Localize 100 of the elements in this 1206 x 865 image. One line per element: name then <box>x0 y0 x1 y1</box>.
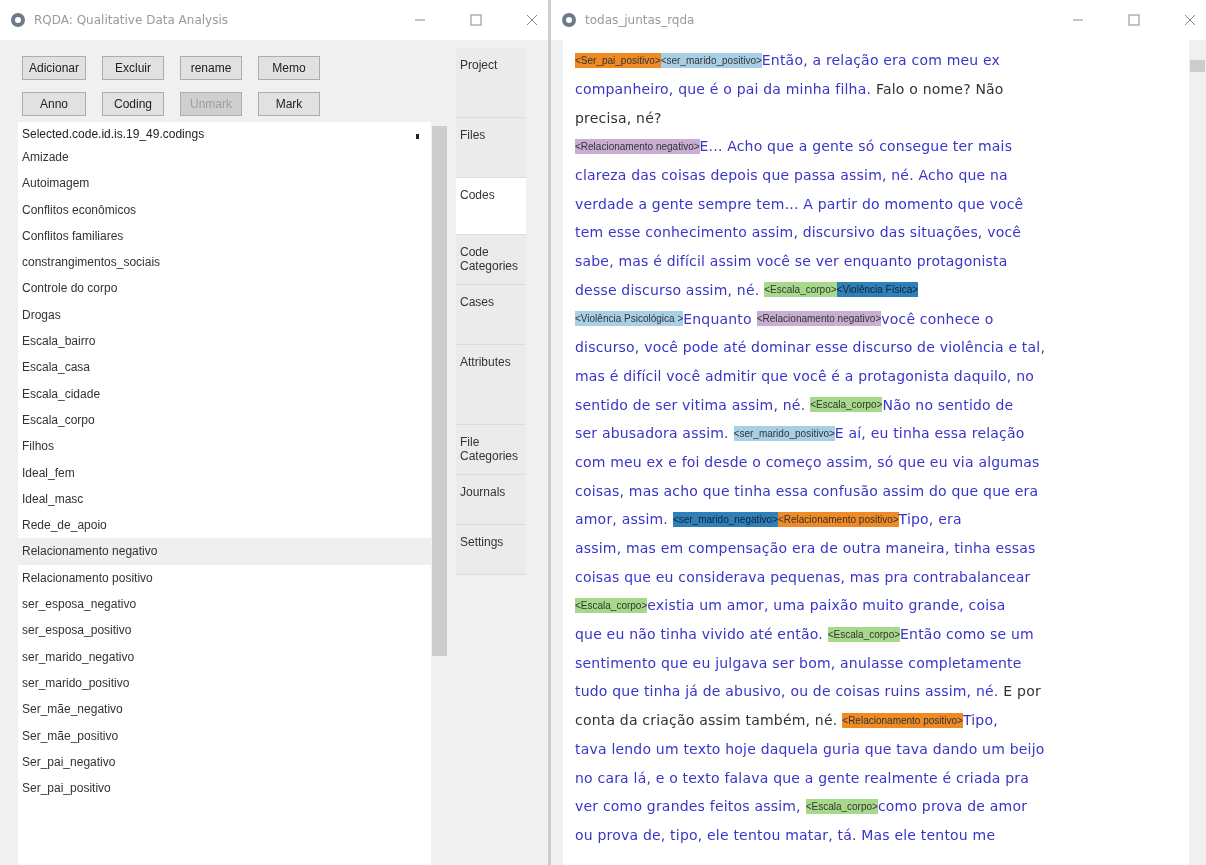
transcript-text: que eu não tinha vivido até então. <box>575 626 823 643</box>
tab[interactable]: Attributes <box>456 345 526 425</box>
toolbar-button[interactable]: Anno <box>22 92 87 116</box>
toolbar-button[interactable]: Mark <box>258 92 321 116</box>
code-list-item[interactable]: Controle do corpo <box>18 275 431 302</box>
transcript-text: E por <box>1003 683 1041 700</box>
code-tag: <Escala_corpo> <box>810 397 883 413</box>
code-tag: <Relacionamento negativo> <box>756 311 882 327</box>
code-list-item[interactable]: Ser_pai_negativo <box>18 748 431 776</box>
transcript-text: Enquanto <box>683 310 752 327</box>
code-list-item[interactable]: Ser_pai_positivo <box>18 775 431 802</box>
tab[interactable]: Code Categories <box>456 235 526 285</box>
transcript-text: coisas, mas acho que tinha essa confusão assim do que que era <box>575 482 1039 499</box>
code-tag: <Violência Física> <box>836 282 919 298</box>
toolbar-button[interactable]: rename <box>180 56 243 80</box>
transcript-text: E aí, eu tinha essa relação <box>834 425 1025 442</box>
code-list-item[interactable]: Conflitos econômicos <box>18 196 431 223</box>
transcript-text: sentimento que eu julgava ser bom, anulasse completamente <box>575 654 1022 671</box>
code-tag: <ser_marido_positivo> <box>660 52 762 68</box>
code-tag: <Escala_corpo> <box>575 597 648 613</box>
code-list-item[interactable]: Filhos <box>18 433 431 460</box>
transcript-text: existia um amor, uma paixão muito grande, coisa <box>647 597 1006 614</box>
transcript-text: E... Acho que a gente só consegue ter mais <box>699 138 1013 155</box>
transcript-text: tudo que tinha já de abusivo, ou de coisas ruins assim, né. <box>575 683 999 700</box>
transcript-text: discurso, você pode até dominar esse discurso de violência e tal, <box>575 339 1046 356</box>
code-list-item[interactable]: Ideal_fem <box>18 459 431 486</box>
code-list-item[interactable]: Ideal_masc <box>18 485 431 513</box>
transcript-text: amor, assim. <box>575 511 668 528</box>
code-list-item[interactable]: Drogas <box>18 301 431 329</box>
close-icon[interactable] <box>1184 14 1196 26</box>
code-tag: <Escala_corpo> <box>805 798 878 814</box>
code-list-item[interactable]: ser_marido_negativo <box>18 643 431 670</box>
toolbar-button[interactable]: Excluir <box>102 56 165 80</box>
transcript-text: sabe, mas é difícil assim você se ver enquanto protagonista <box>575 253 1008 270</box>
transcript-text: tava lendo um texto hoje daquela guria que tava dando um beijo <box>575 740 1045 757</box>
tab[interactable]: Project <box>456 48 526 118</box>
transcript-text: você conhece o <box>881 310 994 327</box>
transcript-text: no cara lá, e o texto falava que a gente realmente é criada pra <box>575 769 1030 786</box>
code-tag: <ser_marido_positivo> <box>733 425 835 441</box>
transcript-text: tem esse conhecimento assim, discursivo das situações, você <box>575 224 1022 241</box>
transcript-text: clareza das coisas depois que passa assim, né. Acho que na <box>575 167 1008 184</box>
transcript-text: com meu ex e foi desde o começo assim, só que eu via algumas <box>575 453 1040 470</box>
code-list-item[interactable]: Ser_mãe_positivo <box>18 722 431 749</box>
transcript-text: Falo o nome? Não <box>875 81 1004 98</box>
transcript-text: Então como se um <box>900 626 1034 643</box>
close-icon[interactable] <box>526 14 538 26</box>
tab[interactable]: Journals <box>456 475 526 525</box>
tab[interactable]: Cases <box>456 285 526 345</box>
code-list-item[interactable]: Rede_de_apoio <box>18 512 431 539</box>
maximize-icon[interactable] <box>1128 14 1140 26</box>
toolbar-button[interactable]: Coding <box>102 92 165 116</box>
window-title: RQDA: Qualitative Data Analysis <box>34 13 230 27</box>
transcript-text: Não no sentido de <box>882 396 1014 413</box>
sort-indicator-icon <box>416 134 419 139</box>
toolbar-button[interactable]: Adicionar <box>22 56 87 80</box>
code-list-item[interactable]: Ser_mãe_negativo <box>18 696 431 723</box>
transcript-text: precisa, né? <box>575 109 662 126</box>
window-title: todas_juntas_rqda <box>585 13 696 27</box>
maximize-icon[interactable] <box>470 14 482 26</box>
code-list-item[interactable]: Escala_casa <box>18 354 431 381</box>
code-list-item[interactable]: ser_esposa_positivo <box>18 617 431 644</box>
tab[interactable]: Files <box>456 118 526 178</box>
code-list-item[interactable]: Escala_cidade <box>18 380 431 407</box>
code-tag: <ser_marido_negativo> <box>672 511 778 527</box>
transcript-text: ser abusadora assim. <box>575 425 729 442</box>
tab[interactable]: Codes <box>456 178 526 235</box>
tab[interactable]: File Categories <box>456 425 526 475</box>
toolbar-button[interactable]: Memo <box>258 56 321 80</box>
code-list-item[interactable]: Conflitos familiares <box>18 222 431 250</box>
code-tag: <Violência Psicológica > <box>575 311 684 327</box>
code-list-item[interactable]: Relacionamento positivo <box>18 564 431 592</box>
code-list-item[interactable]: Escala_bairro <box>18 328 431 355</box>
transcript-text: ver como grandes feitos assim, <box>575 798 801 815</box>
transcript-text: companheiro, que é o pai da minha filha. <box>575 81 872 98</box>
code-list-item[interactable]: Autoimagem <box>18 170 431 197</box>
code-list-item[interactable]: Relacionamento negativo <box>18 538 431 565</box>
tab[interactable]: Settings <box>456 525 526 575</box>
code-tag: <Relacionamento positivo> <box>842 712 963 728</box>
transcript-text: coisas que eu considerava pequenas, mas pra contrabalancear <box>575 568 1031 585</box>
transcript-text: verdade a gente sempre tem... A partir do momento que você <box>575 195 1024 212</box>
scrollbar[interactable] <box>431 122 448 865</box>
transcript-text: sentido de ser vitima assim, né. <box>575 396 806 413</box>
transcript-text: conta da criação assim também, né. <box>575 712 838 729</box>
code-list-item[interactable]: ser_marido_positivo <box>18 669 431 697</box>
app-logo-icon <box>561 12 577 28</box>
code-list-item[interactable]: constrangimentos_sociais <box>18 249 431 276</box>
app-logo-icon <box>10 12 26 28</box>
transcript-text: ou prova de, tipo, ele tentou matar, tá. Mas ele tentou me <box>575 826 996 843</box>
transcript-text: Então, a relação era com meu ex <box>761 52 1001 69</box>
transcript-text: mas é difícil você admitir que você é a protagonista daquilo, no <box>575 367 1034 384</box>
list-header: Selected.code.id.is.19_49.codings <box>21 126 206 143</box>
code-list-item[interactable]: Escala_corpo <box>18 406 431 434</box>
code-tag: <Escala_corpo> <box>764 282 837 298</box>
code-list-item[interactable]: Amizade <box>18 144 431 171</box>
transcript-text: assim, mas em compensação era de outra maneira, tinha essas <box>575 540 1036 557</box>
code-list-item[interactable]: ser_esposa_negativo <box>18 591 431 618</box>
transcript-text: desse discurso assim, né. <box>575 281 760 298</box>
code-tag: <Relacionamento negativo> <box>575 138 700 154</box>
code-tag: <Escala_corpo> <box>827 626 901 642</box>
code-tag: <Ser_pai_positivo> <box>575 52 661 68</box>
